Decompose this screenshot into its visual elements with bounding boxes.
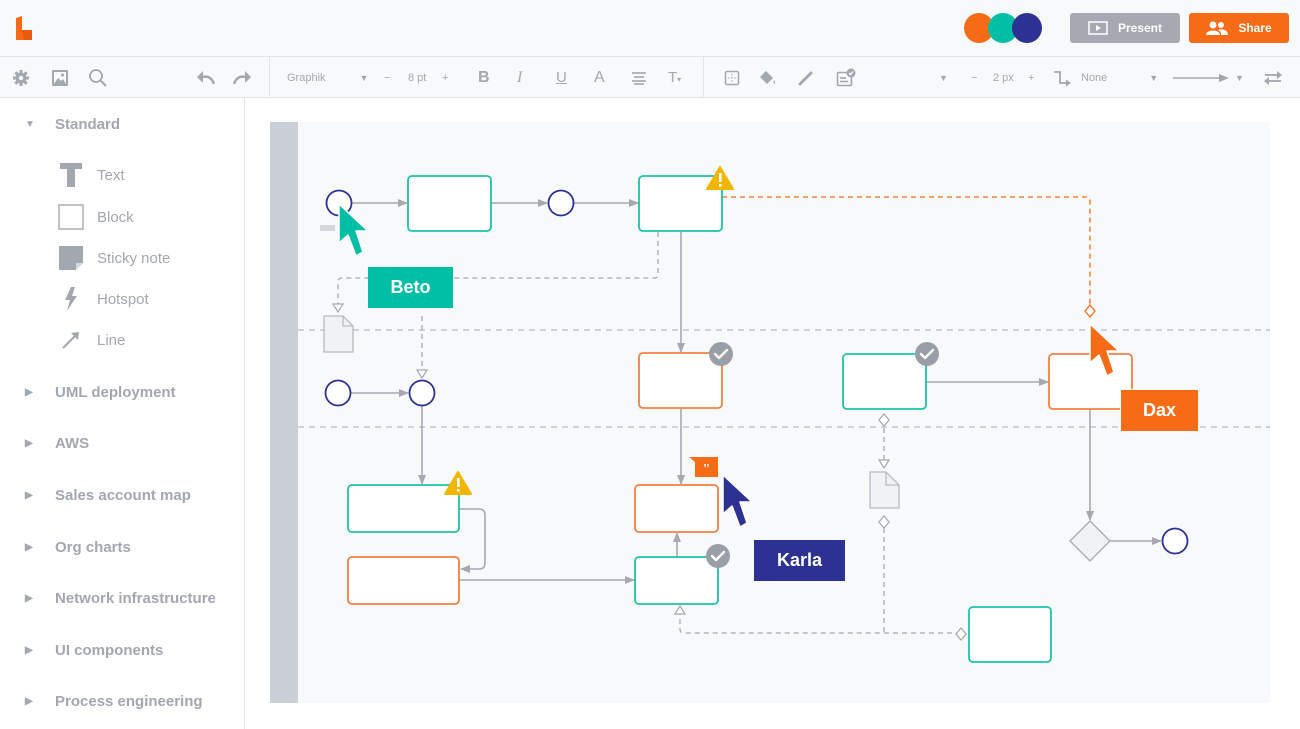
cursor-karla-icon <box>722 474 753 528</box>
connector-endpoint[interactable] <box>878 412 890 428</box>
process-block[interactable] <box>347 556 460 605</box>
svg-text:": " <box>703 462 711 477</box>
end-event[interactable] <box>1161 527 1189 555</box>
process-block[interactable] <box>634 484 719 533</box>
diagram: " <box>298 166 1270 663</box>
check-badge-icon[interactable] <box>915 342 939 366</box>
warning-icon[interactable] <box>444 471 472 495</box>
comment-icon[interactable]: " <box>689 457 718 477</box>
connector-endpoint[interactable] <box>1084 303 1096 319</box>
start-event[interactable] <box>324 379 352 407</box>
connector-endpoint[interactable] <box>878 514 890 530</box>
decision-gateway[interactable] <box>1069 520 1111 562</box>
selection-handle[interactable] <box>320 225 335 231</box>
event[interactable] <box>408 379 436 407</box>
cursor-beto-icon <box>338 203 369 257</box>
cursor-label-dax: Dax <box>1120 389 1198 431</box>
document-shape[interactable] <box>323 315 354 353</box>
process-block[interactable] <box>407 175 492 232</box>
event[interactable] <box>547 189 575 217</box>
connector[interactable] <box>459 508 486 573</box>
process-block[interactable] <box>968 606 1052 663</box>
process-block[interactable] <box>634 556 719 605</box>
process-block[interactable] <box>638 352 723 409</box>
check-badge-icon[interactable] <box>706 544 730 568</box>
check-badge-icon[interactable] <box>709 342 733 366</box>
dashed-connector-selected[interactable] <box>722 196 1091 305</box>
process-block[interactable] <box>842 353 927 410</box>
connector-endpoint[interactable] <box>955 626 967 642</box>
document-shape[interactable] <box>869 471 900 509</box>
cursor-label-beto: Beto <box>368 267 453 308</box>
cursor-label-karla: Karla <box>754 540 845 581</box>
process-block[interactable] <box>347 484 460 533</box>
